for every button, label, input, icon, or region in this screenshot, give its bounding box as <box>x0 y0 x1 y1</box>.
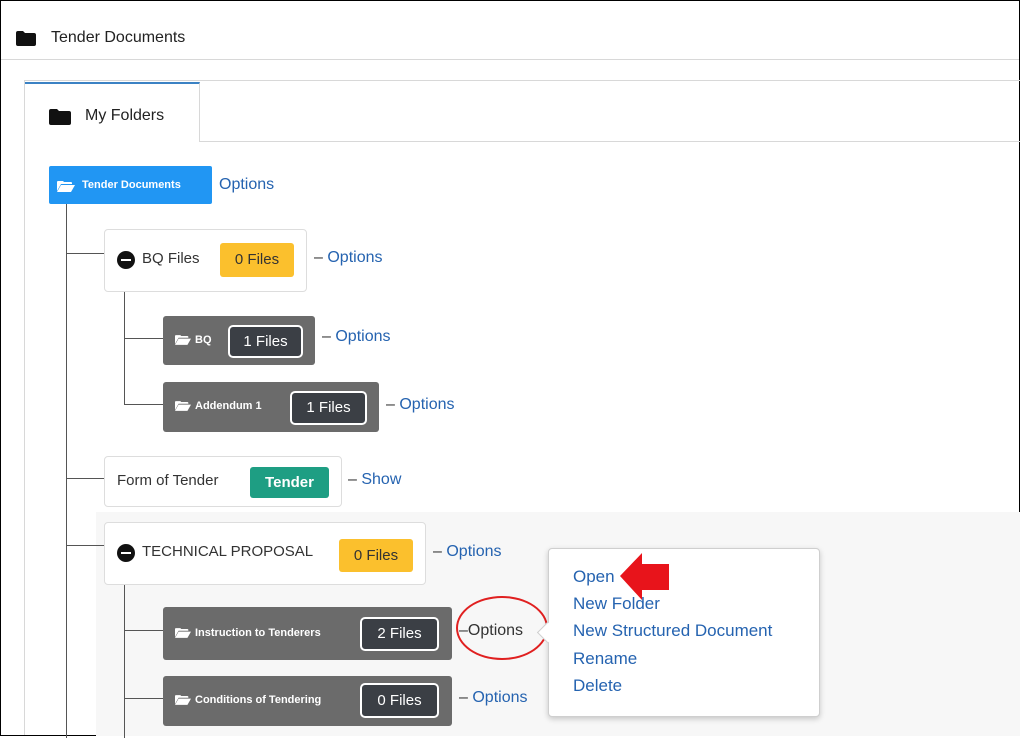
annotation-circle <box>456 596 548 660</box>
tender-badge: Tender <box>250 467 329 498</box>
addendum-folder-node[interactable]: Addendum 1 1 Files <box>163 382 379 432</box>
bq-options-link[interactable]: – Options <box>322 328 391 346</box>
bq-folder-node[interactable]: BQ 1 Files <box>163 316 315 365</box>
bq-folder-label: BQ <box>195 334 212 346</box>
tree-connector <box>124 584 125 738</box>
instruction-folder-label: Instruction to Tenderers <box>195 627 321 639</box>
bq-files-label: BQ Files <box>142 250 200 267</box>
file-count-badge: 1 Files <box>290 391 367 425</box>
tree-connector <box>66 204 67 738</box>
folder-open-icon <box>57 181 75 192</box>
conditions-options-link[interactable]: – Options <box>459 689 528 707</box>
menu-item-open[interactable]: Open <box>573 567 615 587</box>
tab-my-folders[interactable]: My Folders <box>25 82 200 142</box>
folder-open-icon <box>175 695 191 705</box>
options-context-menu: Open New Folder New Structured Document … <box>536 548 820 717</box>
technical-proposal-node[interactable]: TECHNICAL PROPOSAL 0 Files <box>104 522 426 585</box>
tree-connector <box>124 698 164 699</box>
folder-open-icon <box>175 335 191 345</box>
bq-files-node[interactable]: BQ Files 0 Files <box>104 229 307 292</box>
tab-divider <box>200 141 1020 142</box>
instruction-folder-node[interactable]: Instruction to Tenderers 2 Files <box>163 607 452 660</box>
collapse-icon[interactable] <box>117 544 135 562</box>
file-count-badge: 1 Files <box>228 325 303 358</box>
file-count-badge: 0 Files <box>339 539 413 572</box>
panel-divider <box>24 80 1020 81</box>
form-of-tender-show-link[interactable]: – Show <box>348 471 401 489</box>
form-of-tender-label: Form of Tender <box>117 472 219 489</box>
folder-icon <box>49 109 71 125</box>
tree-connector <box>124 338 164 339</box>
collapse-icon[interactable] <box>117 251 135 269</box>
file-count-badge: 0 Files <box>220 243 294 277</box>
form-of-tender-node[interactable]: Form of Tender Tender <box>104 456 342 507</box>
technical-proposal-label: TECHNICAL PROPOSAL <box>142 543 314 560</box>
tab-label: My Folders <box>85 107 165 124</box>
tree-connector <box>124 292 125 404</box>
tree-connector <box>66 253 104 254</box>
folder-icon <box>16 31 36 46</box>
addendum-folder-label: Addendum 1 <box>195 400 262 412</box>
bq-files-options-link[interactable]: – Options <box>314 249 383 267</box>
conditions-folder-node[interactable]: Conditions of Tendering 0 Files <box>163 676 452 726</box>
tree-connector <box>66 545 104 546</box>
folder-open-icon <box>175 628 191 638</box>
folder-open-icon <box>175 401 191 411</box>
menu-item-delete[interactable]: Delete <box>573 676 622 696</box>
annotation-arrow-icon <box>620 553 669 600</box>
root-folder-button[interactable]: Tender Documents <box>49 166 212 204</box>
menu-item-new-structured-document[interactable]: New Structured Document <box>573 621 772 641</box>
root-options-link[interactable]: Options <box>219 176 274 194</box>
menu-item-rename[interactable]: Rename <box>573 649 637 669</box>
file-count-badge: 2 Files <box>360 617 439 651</box>
file-count-badge: 0 Files <box>360 683 439 718</box>
tree-connector <box>66 478 104 479</box>
page-header: Tender Documents <box>1 1 1019 60</box>
page-title: Tender Documents <box>51 29 186 46</box>
conditions-folder-label: Conditions of Tendering <box>195 694 322 706</box>
technical-proposal-options-link[interactable]: – Options <box>433 543 502 561</box>
tree-connector <box>124 630 164 631</box>
root-folder-label: Tender Documents <box>82 179 181 191</box>
tree-connector <box>124 404 164 405</box>
addendum-options-link[interactable]: – Options <box>386 396 455 414</box>
